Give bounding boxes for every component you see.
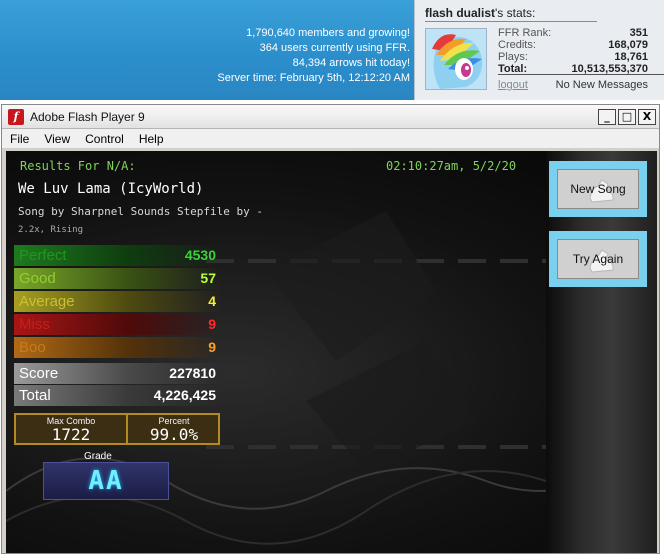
menu-bar: File View Control Help	[2, 129, 659, 149]
judge-value: 9	[208, 316, 216, 332]
judge-label: Good	[19, 270, 56, 287]
judge-miss: Miss 9	[14, 314, 220, 335]
judge-value: 9	[208, 339, 216, 355]
menu-view[interactable]: View	[36, 129, 77, 146]
score-label: Score	[19, 365, 59, 382]
stat-row-credits: Credits: 168,079	[498, 39, 664, 51]
stat-value: 18,761	[614, 51, 648, 63]
total-value: 4,226,425	[153, 387, 216, 403]
judge-label: Average	[19, 293, 75, 310]
max-combo-value: 1722	[51, 425, 91, 444]
stats-username[interactable]: flash dualist	[425, 6, 495, 20]
arrows-today: 84,394 arrows hit today!	[292, 57, 410, 69]
new-song-button-face: New Song	[557, 169, 639, 209]
judge-boo: Boo 9	[14, 337, 220, 358]
stats-title: flash dualist's stats:	[425, 6, 597, 22]
stat-label: Total:	[498, 63, 528, 75]
judge-label: Miss	[19, 316, 50, 333]
judge-average: Average 4	[14, 291, 220, 312]
window-titlebar[interactable]: f Adobe Flash Player 9 _ □ X	[2, 105, 659, 129]
combo-percent-box: Max Combo 1722 Percent 99.0%	[14, 413, 220, 445]
messages-link[interactable]: No New Messages	[556, 79, 648, 91]
stat-row-rank: FFR Rank: 351	[498, 27, 664, 39]
total-row: Total 4,226,425	[14, 385, 220, 406]
game-results-screen: Results For N/A: 02:10:27am, 5/2/20 We L…	[6, 151, 657, 553]
stat-label: Plays:	[498, 51, 528, 63]
judge-value: 4	[208, 293, 216, 309]
menu-file[interactable]: File	[2, 129, 36, 146]
new-song-label: New Song	[570, 182, 626, 196]
stat-value: 168,079	[608, 39, 648, 51]
judge-label: Perfect	[19, 247, 67, 264]
pony-avatar-icon	[426, 29, 486, 89]
try-again-label: Try Again	[572, 252, 624, 266]
results-header: Results For N/A:	[20, 159, 136, 173]
window-controls: _ □ X	[596, 109, 656, 128]
stats-title-suffix: 's stats:	[495, 6, 536, 20]
avatar[interactable]	[425, 28, 487, 90]
grade-label: Grade	[84, 451, 112, 462]
users-online: 364 users currently using FFR.	[259, 42, 410, 54]
new-song-button[interactable]: New Song	[549, 161, 647, 217]
stat-label: FFR Rank:	[498, 27, 552, 39]
close-button[interactable]: X	[638, 109, 656, 125]
song-credit: Song by Sharpnel Sounds Stepfile by -	[18, 205, 264, 218]
try-again-button-face: Try Again	[557, 239, 639, 279]
logout-link[interactable]: logout	[498, 79, 528, 91]
judge-value: 4530	[184, 247, 216, 263]
percent: Percent 99.0%	[130, 415, 218, 443]
server-time: Server time: February 5th, 12:12:20 AM	[217, 72, 410, 84]
judge-good: Good 57	[14, 268, 220, 289]
stat-row-total: Total: 10,513,553,370	[498, 63, 664, 75]
judge-value: 57	[200, 270, 216, 286]
members-count: 1,790,640 members and growing!	[246, 27, 410, 39]
total-label: Total	[19, 387, 51, 404]
song-mods: 2.2x, Rising	[18, 225, 84, 235]
try-again-button[interactable]: Try Again	[549, 231, 647, 287]
stat-row-plays: Plays: 18,761	[498, 51, 664, 63]
song-title: We Luv Lama (IcyWorld)	[18, 181, 204, 197]
menu-help[interactable]: Help	[131, 129, 171, 146]
stat-label: Credits:	[498, 39, 536, 51]
flash-app-icon: f	[8, 109, 24, 125]
score-value: 227810	[169, 365, 216, 381]
menu-control[interactable]: Control	[77, 129, 131, 146]
max-combo: Max Combo 1722	[16, 415, 128, 443]
stats-table: FFR Rank: 351 Credits: 168,079 Plays: 18,76…	[498, 27, 664, 75]
window-title: Adobe Flash Player 9	[30, 110, 145, 124]
grade-box: AA	[43, 462, 169, 500]
stat-value: 10,513,553,370	[571, 63, 648, 75]
judge-label: Boo	[19, 339, 46, 356]
grade-value: AA	[88, 466, 124, 496]
score-row: Score 227810	[14, 363, 220, 384]
percent-value: 99.0%	[149, 425, 199, 444]
maximize-button[interactable]: □	[618, 109, 636, 125]
server-info: 1,790,640 members and growing! 364 users…	[217, 26, 410, 86]
user-stats-panel: flash dualist's stats: FFR Rank: 351 Cred…	[414, 0, 664, 100]
results-timestamp: 02:10:27am, 5/2/20	[386, 159, 517, 173]
site-header: 1,790,640 members and growing! 364 users…	[0, 0, 664, 100]
stat-value: 351	[629, 27, 648, 39]
minimize-button[interactable]: _	[598, 109, 616, 125]
flash-player-window: f Adobe Flash Player 9 _ □ X File View Contr…	[1, 104, 660, 554]
judge-perfect: Perfect 4530	[14, 245, 220, 266]
